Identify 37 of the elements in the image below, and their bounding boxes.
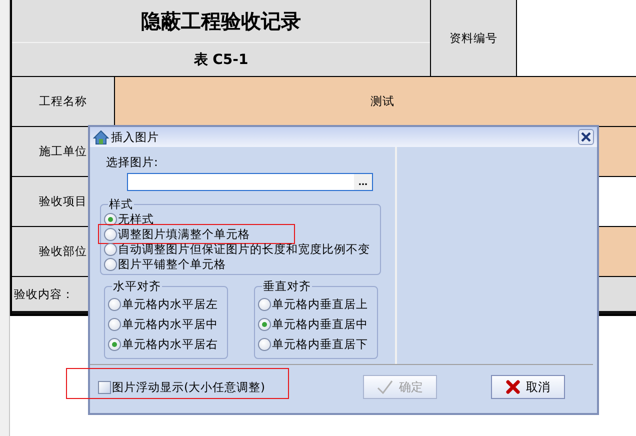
form-number: 表 C5-1 <box>192 50 250 70</box>
content-label: 验收内容： <box>14 286 74 302</box>
file-path-field[interactable]: ... <box>127 173 373 191</box>
option-label: 自动调整图片但保证图片的长度和宽度比例不变 <box>118 242 370 257</box>
option-label: 调整图片填满整个单元格 <box>118 227 250 242</box>
option-label: 单元格内垂直居上 <box>272 296 368 312</box>
radio-button[interactable] <box>258 298 271 310</box>
radio-button[interactable] <box>258 338 271 350</box>
option-label: 单元格内垂直居中 <box>272 316 368 332</box>
checkbox-label: 图片浮动显示(大小任意调整) <box>112 380 265 394</box>
option-label: 单元格内水平居中 <box>122 316 218 332</box>
form-title: 隐蔽工程验收记录 <box>12 0 430 43</box>
house-icon <box>93 130 109 144</box>
browse-button[interactable]: ... <box>354 174 372 190</box>
option-label: 单元格内水平居左 <box>122 296 218 312</box>
checkmark-icon <box>377 380 393 394</box>
radio-button[interactable] <box>104 213 117 226</box>
close-button[interactable] <box>578 129 594 145</box>
doc-number-label: 资料编号 <box>431 0 517 76</box>
radio-button[interactable] <box>108 298 121 310</box>
option-label: 无样式 <box>118 212 154 227</box>
radio-button[interactable] <box>258 318 271 330</box>
checkbox[interactable] <box>98 380 111 394</box>
radio-button[interactable] <box>104 258 117 271</box>
radio-button[interactable] <box>104 243 117 256</box>
radio-button[interactable] <box>104 228 117 241</box>
option-label: 单元格内水平居右 <box>122 336 218 352</box>
row-label: 工程名称 <box>12 77 115 127</box>
radio-button[interactable] <box>108 318 121 330</box>
option-label: 图片平铺整个单元格 <box>118 257 226 272</box>
group-title: 水平对齐 <box>112 279 162 294</box>
cross-icon <box>506 380 520 394</box>
cancel-button[interactable]: 取消 <box>491 375 565 399</box>
option-label: 单元格内垂直居下 <box>272 336 368 352</box>
radio-button[interactable] <box>108 338 121 350</box>
group-title: 垂直对齐 <box>262 279 312 294</box>
table-cell: 测试 <box>115 77 636 127</box>
